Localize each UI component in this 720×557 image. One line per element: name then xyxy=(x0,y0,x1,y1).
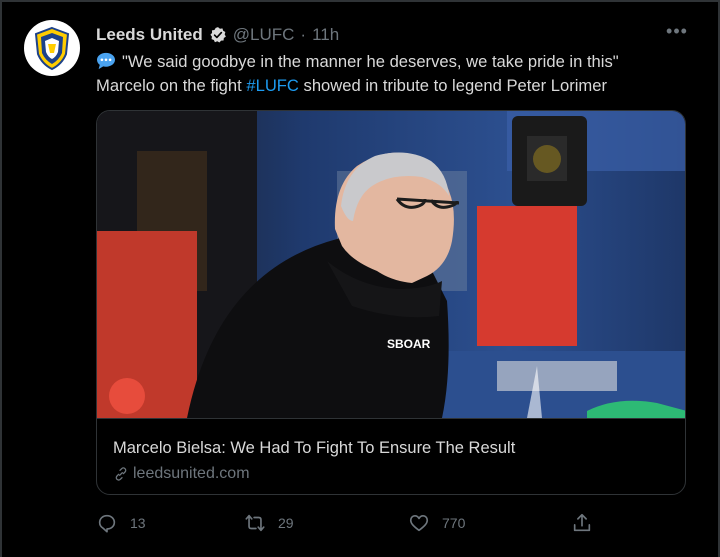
tweet-text-suffix: showed in tribute to legend Peter Lorime… xyxy=(298,76,608,95)
reply-count: 13 xyxy=(130,515,146,531)
card-domain-text: leedsunited.com xyxy=(133,465,250,482)
sponsor-text: SBOAR xyxy=(387,337,431,351)
like-button[interactable]: 770 xyxy=(408,512,465,534)
share-icon xyxy=(573,513,591,532)
leeds-crest-logo-icon xyxy=(34,26,70,71)
retweet-icon xyxy=(245,514,265,532)
tweet-text-quote: "We said goodbye in the manner he deserv… xyxy=(122,52,619,71)
card-domain[interactable]: leedsunited.com xyxy=(113,465,250,483)
frame-border-top xyxy=(0,0,720,2)
tweet-timestamp[interactable]: 11h xyxy=(312,25,339,45)
like-count: 770 xyxy=(442,515,466,531)
more-icon[interactable]: ••• xyxy=(666,21,688,41)
author-name[interactable]: Leeds United xyxy=(96,25,203,45)
card-title[interactable]: Marcelo Bielsa: We Had To Fight To Ensur… xyxy=(113,439,515,458)
verified-badge-icon xyxy=(210,27,226,43)
author-handle[interactable]: @LUFC xyxy=(233,25,295,45)
tweet-text-line-2: Marcelo on the fight #LUFC showed in tri… xyxy=(96,74,686,98)
card-image: SBOAR xyxy=(97,111,685,418)
frame-border-left xyxy=(0,0,2,557)
hashtag-link[interactable]: #LUFC xyxy=(246,76,299,95)
retweet-button[interactable]: 29 xyxy=(244,512,294,534)
tweet-text-prefix: Marcelo on the fight xyxy=(96,76,247,95)
tweet-text-line-1: "We said goodbye in the manner he deserv… xyxy=(96,50,686,74)
action-bar: 13 29 770 xyxy=(96,512,686,536)
avatar[interactable] xyxy=(24,20,80,76)
reply-icon xyxy=(98,514,116,533)
link-card[interactable]: SBOAR Marcelo Bielsa: We Had To Fight To… xyxy=(96,110,686,495)
card-info: Marcelo Bielsa: We Had To Fight To Ensur… xyxy=(97,418,685,494)
tweet-header: Leeds United @LUFC · 11h xyxy=(96,24,339,46)
retweet-count: 29 xyxy=(278,515,294,531)
reply-button[interactable]: 13 xyxy=(96,512,146,534)
share-button[interactable] xyxy=(571,512,593,534)
separator-dot: · xyxy=(300,25,307,44)
link-icon xyxy=(115,467,127,481)
heart-icon xyxy=(409,515,429,532)
speech-balloon-icon xyxy=(97,52,115,70)
tweet-text: "We said goodbye in the manner he deserv… xyxy=(96,50,686,98)
